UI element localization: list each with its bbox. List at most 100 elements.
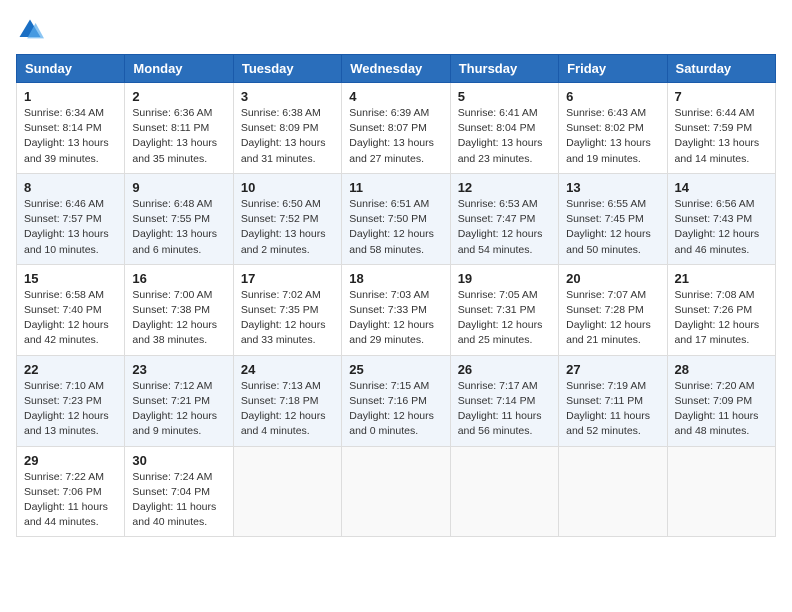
- day-number: 22: [24, 362, 117, 377]
- calendar-cell: [559, 446, 667, 537]
- day-info: Sunrise: 7:24 AM Sunset: 7:04 PM Dayligh…: [132, 470, 225, 531]
- calendar-cell: [667, 446, 775, 537]
- calendar-cell: 10Sunrise: 6:50 AM Sunset: 7:52 PM Dayli…: [233, 173, 341, 264]
- day-number: 16: [132, 271, 225, 286]
- calendar-table: SundayMondayTuesdayWednesdayThursdayFrid…: [16, 54, 776, 537]
- day-number: 27: [566, 362, 659, 377]
- calendar-day-header: Sunday: [17, 55, 125, 83]
- calendar-cell: 30Sunrise: 7:24 AM Sunset: 7:04 PM Dayli…: [125, 446, 233, 537]
- calendar-cell: 25 Sunrise: 7:15 AM Sunset: 7:16 PM Dayli…: [342, 355, 450, 446]
- day-info: Sunrise: 7:00 AM Sunset: 7:38 PM Dayligh…: [132, 288, 225, 349]
- day-info: Sunrise: 6:34 AM Sunset: 8:14 PM Dayligh…: [24, 106, 117, 167]
- calendar-cell: 11 Sunrise: 6:51 AM Sunset: 7:50 PM Dayli…: [342, 173, 450, 264]
- day-info: Sunrise: 6:51 AM Sunset: 7:50 PM Dayligh…: [349, 197, 442, 258]
- calendar-cell: 28 Sunrise: 7:20 AM Sunset: 7:09 PM Dayli…: [667, 355, 775, 446]
- day-number: 19: [458, 271, 551, 286]
- day-number: 23: [132, 362, 225, 377]
- logo-icon: [16, 16, 44, 44]
- day-number: 20: [566, 271, 659, 286]
- day-number: 25: [349, 362, 442, 377]
- calendar-day-header: Friday: [559, 55, 667, 83]
- day-info: Sunrise: 7:07 AM Sunset: 7:28 PM Dayligh…: [566, 288, 659, 349]
- calendar-cell: 29Sunrise: 7:22 AM Sunset: 7:06 PM Dayli…: [17, 446, 125, 537]
- day-number: 15: [24, 271, 117, 286]
- calendar-day-header: Saturday: [667, 55, 775, 83]
- day-info: Sunrise: 7:03 AM Sunset: 7:33 PM Dayligh…: [349, 288, 442, 349]
- day-number: 11: [349, 180, 442, 195]
- day-info: Sunrise: 6:53 AM Sunset: 7:47 PM Dayligh…: [458, 197, 551, 258]
- day-info: Sunrise: 6:46 AM Sunset: 7:57 PM Dayligh…: [24, 197, 117, 258]
- day-number: 9: [132, 180, 225, 195]
- day-number: 7: [675, 89, 768, 104]
- day-number: 4: [349, 89, 442, 104]
- calendar-cell: 24 Sunrise: 7:13 AM Sunset: 7:18 PM Dayli…: [233, 355, 341, 446]
- calendar-week-row: 29Sunrise: 7:22 AM Sunset: 7:06 PM Dayli…: [17, 446, 776, 537]
- day-number: 17: [241, 271, 334, 286]
- day-info: Sunrise: 7:15 AM Sunset: 7:16 PM Dayligh…: [349, 379, 442, 440]
- calendar-cell: 5Sunrise: 6:41 AM Sunset: 8:04 PM Daylig…: [450, 83, 558, 174]
- calendar-cell: 8 Sunrise: 6:46 AM Sunset: 7:57 PM Daylig…: [17, 173, 125, 264]
- calendar-cell: 7 Sunrise: 6:44 AM Sunset: 7:59 PM Daylig…: [667, 83, 775, 174]
- day-number: 6: [566, 89, 659, 104]
- day-number: 14: [675, 180, 768, 195]
- calendar-cell: 2 Sunrise: 6:36 AM Sunset: 8:11 PM Daylig…: [125, 83, 233, 174]
- calendar-week-row: 1 Sunrise: 6:34 AM Sunset: 8:14 PM Daylig…: [17, 83, 776, 174]
- day-info: Sunrise: 7:17 AM Sunset: 7:14 PM Dayligh…: [458, 379, 551, 440]
- day-info: Sunrise: 6:58 AM Sunset: 7:40 PM Dayligh…: [24, 288, 117, 349]
- day-info: Sunrise: 6:39 AM Sunset: 8:07 PM Dayligh…: [349, 106, 442, 167]
- day-info: Sunrise: 7:02 AM Sunset: 7:35 PM Dayligh…: [241, 288, 334, 349]
- calendar-day-header: Thursday: [450, 55, 558, 83]
- calendar-cell: 12Sunrise: 6:53 AM Sunset: 7:47 PM Dayli…: [450, 173, 558, 264]
- day-info: Sunrise: 6:56 AM Sunset: 7:43 PM Dayligh…: [675, 197, 768, 258]
- day-info: Sunrise: 6:36 AM Sunset: 8:11 PM Dayligh…: [132, 106, 225, 167]
- calendar-cell: 20 Sunrise: 7:07 AM Sunset: 7:28 PM Dayli…: [559, 264, 667, 355]
- day-number: 26: [458, 362, 551, 377]
- day-info: Sunrise: 6:48 AM Sunset: 7:55 PM Dayligh…: [132, 197, 225, 258]
- calendar-day-header: Wednesday: [342, 55, 450, 83]
- calendar-cell: 6 Sunrise: 6:43 AM Sunset: 8:02 PM Daylig…: [559, 83, 667, 174]
- day-info: Sunrise: 6:43 AM Sunset: 8:02 PM Dayligh…: [566, 106, 659, 167]
- day-info: Sunrise: 6:44 AM Sunset: 7:59 PM Dayligh…: [675, 106, 768, 167]
- day-info: Sunrise: 6:50 AM Sunset: 7:52 PM Dayligh…: [241, 197, 334, 258]
- calendar-week-row: 22Sunrise: 7:10 AM Sunset: 7:23 PM Dayli…: [17, 355, 776, 446]
- day-info: Sunrise: 6:55 AM Sunset: 7:45 PM Dayligh…: [566, 197, 659, 258]
- calendar-cell: 1 Sunrise: 6:34 AM Sunset: 8:14 PM Daylig…: [17, 83, 125, 174]
- day-info: Sunrise: 7:08 AM Sunset: 7:26 PM Dayligh…: [675, 288, 768, 349]
- day-number: 13: [566, 180, 659, 195]
- day-info: Sunrise: 7:20 AM Sunset: 7:09 PM Dayligh…: [675, 379, 768, 440]
- calendar-cell: 13 Sunrise: 6:55 AM Sunset: 7:45 PM Dayli…: [559, 173, 667, 264]
- calendar-cell: [450, 446, 558, 537]
- day-info: Sunrise: 7:22 AM Sunset: 7:06 PM Dayligh…: [24, 470, 117, 531]
- day-number: 1: [24, 89, 117, 104]
- calendar-cell: 9 Sunrise: 6:48 AM Sunset: 7:55 PM Daylig…: [125, 173, 233, 264]
- calendar-week-row: 15 Sunrise: 6:58 AM Sunset: 7:40 PM Dayli…: [17, 264, 776, 355]
- calendar-cell: 15 Sunrise: 6:58 AM Sunset: 7:40 PM Dayli…: [17, 264, 125, 355]
- calendar-body: 1 Sunrise: 6:34 AM Sunset: 8:14 PM Daylig…: [17, 83, 776, 537]
- day-info: Sunrise: 7:13 AM Sunset: 7:18 PM Dayligh…: [241, 379, 334, 440]
- calendar-day-header: Tuesday: [233, 55, 341, 83]
- day-number: 18: [349, 271, 442, 286]
- calendar-day-header: Monday: [125, 55, 233, 83]
- calendar-cell: 22Sunrise: 7:10 AM Sunset: 7:23 PM Dayli…: [17, 355, 125, 446]
- page-header: [16, 16, 776, 44]
- day-number: 21: [675, 271, 768, 286]
- day-number: 28: [675, 362, 768, 377]
- day-number: 24: [241, 362, 334, 377]
- day-number: 8: [24, 180, 117, 195]
- day-info: Sunrise: 7:05 AM Sunset: 7:31 PM Dayligh…: [458, 288, 551, 349]
- calendar-cell: 23 Sunrise: 7:12 AM Sunset: 7:21 PM Dayli…: [125, 355, 233, 446]
- day-info: Sunrise: 7:12 AM Sunset: 7:21 PM Dayligh…: [132, 379, 225, 440]
- calendar-cell: 27 Sunrise: 7:19 AM Sunset: 7:11 PM Dayli…: [559, 355, 667, 446]
- day-number: 3: [241, 89, 334, 104]
- calendar-cell: 18 Sunrise: 7:03 AM Sunset: 7:33 PM Dayli…: [342, 264, 450, 355]
- day-info: Sunrise: 6:38 AM Sunset: 8:09 PM Dayligh…: [241, 106, 334, 167]
- day-number: 2: [132, 89, 225, 104]
- calendar-cell: 19 Sunrise: 7:05 AM Sunset: 7:31 PM Dayli…: [450, 264, 558, 355]
- calendar-cell: [233, 446, 341, 537]
- calendar-header: SundayMondayTuesdayWednesdayThursdayFrid…: [17, 55, 776, 83]
- calendar-week-row: 8 Sunrise: 6:46 AM Sunset: 7:57 PM Daylig…: [17, 173, 776, 264]
- calendar-cell: 17 Sunrise: 7:02 AM Sunset: 7:35 PM Dayli…: [233, 264, 341, 355]
- day-info: Sunrise: 7:19 AM Sunset: 7:11 PM Dayligh…: [566, 379, 659, 440]
- calendar-cell: 21 Sunrise: 7:08 AM Sunset: 7:26 PM Dayli…: [667, 264, 775, 355]
- calendar-cell: 3 Sunrise: 6:38 AM Sunset: 8:09 PM Daylig…: [233, 83, 341, 174]
